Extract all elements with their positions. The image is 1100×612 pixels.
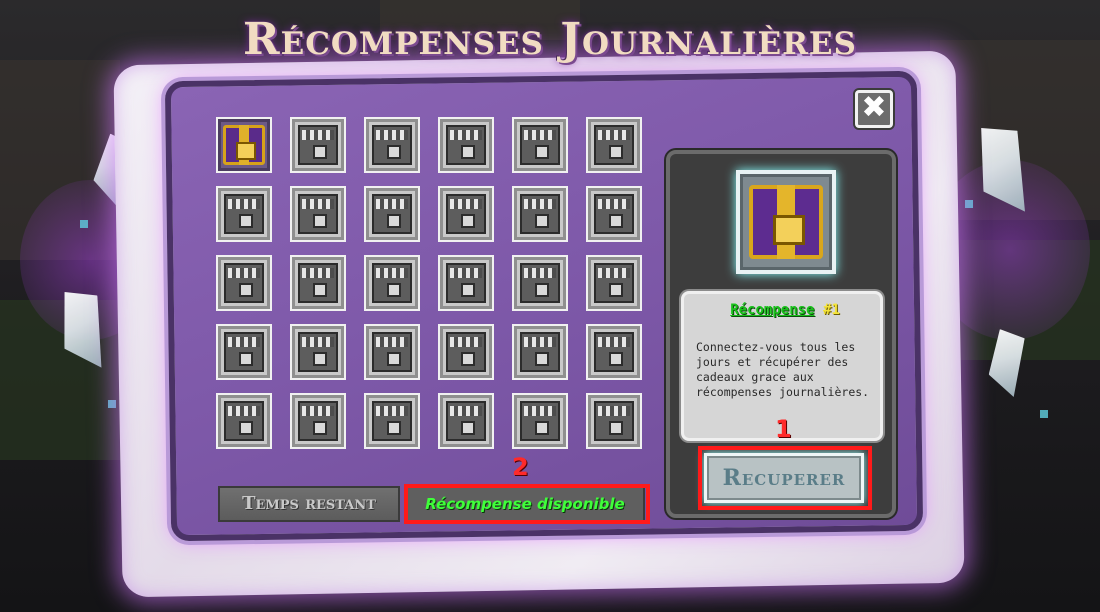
locked-chest-icon bbox=[594, 401, 634, 441]
reward-slot[interactable] bbox=[216, 255, 272, 311]
reward-slot[interactable] bbox=[512, 393, 568, 449]
time-remaining-label: Temps restant bbox=[218, 486, 400, 522]
reward-number: #1 bbox=[822, 302, 840, 318]
claim-marker-number: 1 bbox=[775, 415, 792, 443]
page-title: Récompenses Journalières bbox=[243, 14, 857, 65]
locked-chest-icon bbox=[224, 332, 264, 372]
locked-chest-icon bbox=[298, 401, 338, 441]
locked-chest-icon bbox=[372, 125, 412, 165]
locked-chest-icon bbox=[594, 194, 634, 234]
sparkle bbox=[1040, 410, 1048, 418]
locked-chest-icon bbox=[298, 332, 338, 372]
locked-chest-icon bbox=[594, 125, 634, 165]
locked-chest-icon bbox=[446, 263, 486, 303]
close-icon: ✖ bbox=[861, 90, 887, 125]
purple-chest-icon bbox=[223, 125, 265, 165]
reward-slot[interactable] bbox=[512, 324, 568, 380]
status-marker-number: 2 bbox=[512, 453, 529, 481]
reward-slot[interactable] bbox=[586, 255, 642, 311]
reward-slot[interactable] bbox=[364, 324, 420, 380]
locked-chest-icon bbox=[520, 401, 560, 441]
locked-chest-icon bbox=[446, 401, 486, 441]
reward-slot[interactable] bbox=[586, 393, 642, 449]
locked-chest-icon bbox=[224, 263, 264, 303]
reward-slot[interactable] bbox=[364, 255, 420, 311]
reward-slot[interactable] bbox=[216, 393, 272, 449]
close-button[interactable]: ✖ bbox=[855, 90, 893, 128]
reward-slot[interactable] bbox=[512, 117, 568, 173]
status-highlight bbox=[404, 484, 650, 524]
reward-description: Connectez-vous tous les jours et récupér… bbox=[696, 340, 870, 399]
reward-label: Récompense bbox=[730, 302, 815, 318]
reward-slot[interactable] bbox=[290, 255, 346, 311]
reward-slot[interactable] bbox=[290, 324, 346, 380]
reward-slot[interactable] bbox=[216, 324, 272, 380]
locked-chest-icon bbox=[372, 194, 412, 234]
reward-slot[interactable] bbox=[586, 117, 642, 173]
locked-chest-icon bbox=[520, 332, 560, 372]
reward-slot[interactable] bbox=[290, 393, 346, 449]
locked-chest-icon bbox=[298, 263, 338, 303]
reward-slot[interactable] bbox=[438, 393, 494, 449]
reward-slot[interactable] bbox=[364, 117, 420, 173]
locked-chest-icon bbox=[520, 263, 560, 303]
locked-chest-icon bbox=[224, 401, 264, 441]
locked-chest-icon bbox=[594, 263, 634, 303]
reward-slot[interactable] bbox=[512, 186, 568, 242]
locked-chest-icon bbox=[594, 332, 634, 372]
reward-slot[interactable] bbox=[290, 117, 346, 173]
sparkle bbox=[80, 220, 88, 228]
reward-slot[interactable] bbox=[438, 186, 494, 242]
claim-button-highlight bbox=[698, 446, 872, 510]
reward-slot[interactable] bbox=[364, 393, 420, 449]
locked-chest-icon bbox=[298, 194, 338, 234]
reward-slot[interactable] bbox=[586, 324, 642, 380]
locked-chest-icon bbox=[372, 263, 412, 303]
selected-reward-slot bbox=[736, 170, 836, 274]
locked-chest-icon bbox=[520, 125, 560, 165]
locked-chest-icon bbox=[446, 332, 486, 372]
locked-chest-icon bbox=[224, 194, 264, 234]
reward-slot[interactable] bbox=[290, 186, 346, 242]
locked-chest-icon bbox=[298, 125, 338, 165]
reward-slot[interactable] bbox=[216, 186, 272, 242]
locked-chest-icon bbox=[446, 194, 486, 234]
locked-chest-icon bbox=[372, 401, 412, 441]
locked-chest-icon bbox=[372, 332, 412, 372]
reward-slot[interactable] bbox=[438, 324, 494, 380]
purple-chest-icon bbox=[749, 185, 823, 259]
reward-grid bbox=[216, 117, 642, 449]
reward-slot-current[interactable] bbox=[216, 117, 272, 173]
locked-chest-icon bbox=[520, 194, 560, 234]
reward-slot[interactable] bbox=[438, 117, 494, 173]
reward-slot[interactable] bbox=[364, 186, 420, 242]
reward-slot[interactable] bbox=[586, 186, 642, 242]
reward-slot[interactable] bbox=[438, 255, 494, 311]
locked-chest-icon bbox=[446, 125, 486, 165]
sparkle bbox=[108, 400, 116, 408]
sparkle bbox=[965, 200, 973, 208]
reward-title: Récompense #1 bbox=[684, 302, 886, 318]
reward-slot[interactable] bbox=[512, 255, 568, 311]
